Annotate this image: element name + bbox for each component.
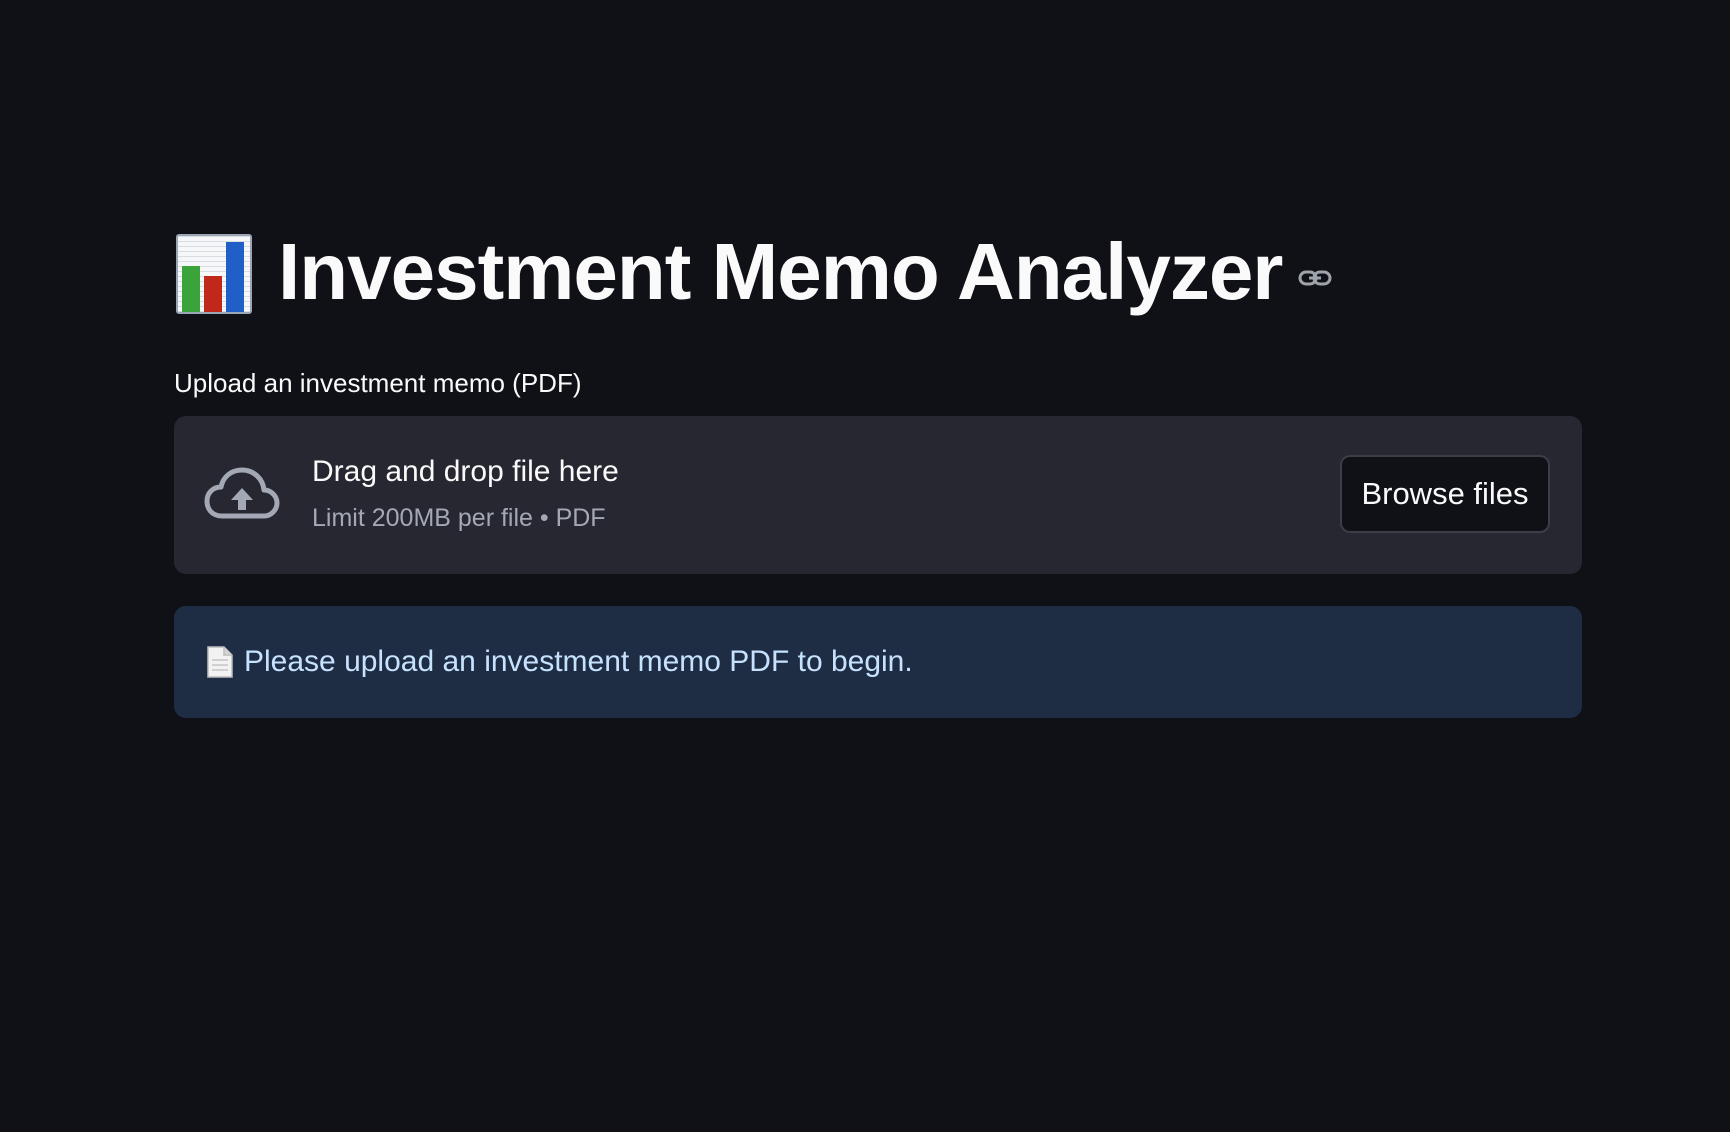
page-facing-up-icon (207, 646, 233, 678)
app-page: Investment Memo Analyzer Upload an inves… (0, 0, 1730, 1132)
info-message: Please upload an investment memo PDF to … (244, 645, 913, 678)
cloud-upload-icon (204, 467, 280, 519)
dropzone-instructions: Drag and drop file here Limit 200MB per … (312, 454, 619, 533)
dropzone-title: Drag and drop file here (312, 455, 619, 488)
link-icon[interactable] (1298, 268, 1332, 288)
browse-files-button[interactable]: Browse files (1340, 455, 1550, 533)
dropzone-limit: Limit 200MB per file • PDF (312, 504, 606, 532)
file-dropzone[interactable]: Drag and drop file here Limit 200MB per … (174, 416, 1582, 574)
page-title-row: Investment Memo Analyzer (174, 222, 1332, 322)
upload-label: Upload an investment memo (PDF) (174, 368, 582, 398)
info-alert: Please upload an investment memo PDF to … (174, 606, 1582, 718)
bar-chart-icon (174, 228, 254, 316)
page-title: Investment Memo Analyzer (278, 227, 1283, 316)
